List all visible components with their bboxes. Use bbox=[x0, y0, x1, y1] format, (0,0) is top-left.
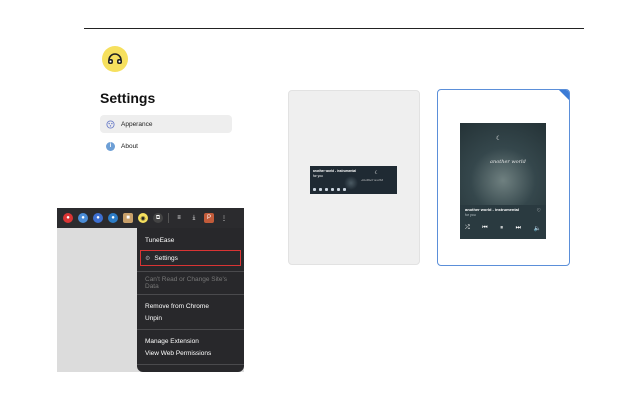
next-icon: ⏭ bbox=[515, 225, 522, 231]
menu-divider bbox=[137, 271, 244, 272]
menu-item-unpin[interactable]: Unpin bbox=[137, 312, 244, 324]
headphones-icon[interactable]: ◉ bbox=[138, 213, 148, 223]
heart-icon: ♡ bbox=[536, 208, 541, 214]
player-controls bbox=[313, 188, 346, 191]
shuffle-icon: ⤮ bbox=[465, 225, 470, 231]
menu-item-settings[interactable]: ⚙ Settings bbox=[140, 250, 241, 266]
page: Settings Apperance i About another world… bbox=[0, 0, 640, 400]
menu-divider bbox=[137, 294, 244, 295]
menu-item-inspect-popup[interactable]: Inspect Popup bbox=[137, 370, 244, 382]
full-player-preview: ☾ another world another world - instrume… bbox=[460, 123, 546, 239]
cover-art bbox=[344, 176, 358, 190]
nav-label: About bbox=[121, 142, 138, 150]
reading-list-icon[interactable]: ≡ bbox=[174, 213, 184, 223]
menu-item-remove[interactable]: Remove from Chrome bbox=[137, 300, 244, 312]
extension-icon[interactable]: ■ bbox=[123, 213, 133, 223]
divider bbox=[168, 213, 169, 223]
settings-nav: Apperance i About bbox=[100, 115, 232, 159]
menu-title: TuneEase bbox=[145, 236, 175, 244]
compact-player-preview: another world - instrumental for you ☾ a… bbox=[310, 166, 397, 194]
cover-script: another world bbox=[361, 178, 383, 182]
browser-toolbar: ● ● ● ● ■ ◉ ⧉ ≡ ⤓ P ⋮ bbox=[57, 208, 244, 228]
menu-label: Settings bbox=[154, 254, 178, 262]
moon-icon: ☾ bbox=[374, 170, 379, 176]
nav-item-appearance[interactable]: Apperance bbox=[100, 115, 232, 133]
extension-icon[interactable]: ● bbox=[108, 213, 118, 223]
info-icon: i bbox=[106, 141, 115, 151]
browser-window: ● ● ● ● ■ ◉ ⧉ ≡ ⤓ P ⋮ TuneEase ⚙ Setting… bbox=[57, 208, 244, 380]
extension-context-menu: TuneEase ⚙ Settings Can't Read or Change… bbox=[137, 228, 244, 380]
download-icon[interactable]: ⤓ bbox=[189, 213, 199, 223]
menu-item-site-data: Can't Read or Change Site's Data bbox=[145, 276, 227, 290]
pause-icon: ⏸ bbox=[500, 225, 504, 231]
palette-icon bbox=[106, 119, 115, 129]
preview-artist: for you bbox=[465, 213, 476, 217]
gear-icon: ⚙ bbox=[145, 255, 151, 262]
menu-item-manage-extension[interactable]: Manage Extension bbox=[137, 335, 244, 347]
selected-check-icon bbox=[558, 90, 569, 101]
nav-item-about[interactable]: i About bbox=[100, 137, 232, 155]
preview-artist: for you bbox=[313, 174, 323, 178]
puzzle-icon[interactable]: ⧉ bbox=[153, 213, 163, 223]
top-divider bbox=[84, 28, 584, 29]
preview-song-title: another world - instrumental bbox=[465, 207, 520, 212]
extension-icon[interactable]: ● bbox=[93, 213, 103, 223]
volume-icon: 🔈 bbox=[533, 226, 541, 232]
player-controls: ⤮ ⏮ ⏸ ⏭ 🔈 bbox=[465, 225, 541, 232]
profile-icon[interactable]: P bbox=[204, 213, 214, 223]
more-icon[interactable]: ⋮ bbox=[219, 213, 229, 223]
moon-icon: ☾ bbox=[496, 136, 502, 142]
extension-icon[interactable]: ● bbox=[63, 213, 73, 223]
menu-divider bbox=[137, 329, 244, 330]
menu-item-web-permissions[interactable]: View Web Permissions bbox=[137, 347, 244, 359]
headphones-icon bbox=[102, 46, 128, 72]
previous-icon: ⏮ bbox=[482, 225, 488, 231]
extension-icon[interactable]: ● bbox=[78, 213, 88, 223]
menu-divider bbox=[137, 364, 244, 365]
preview-song-title: another world - instrumental bbox=[313, 169, 357, 173]
page-title: Settings bbox=[100, 90, 156, 106]
nav-label: Apperance bbox=[121, 120, 153, 128]
cover-script: another world bbox=[490, 159, 526, 165]
